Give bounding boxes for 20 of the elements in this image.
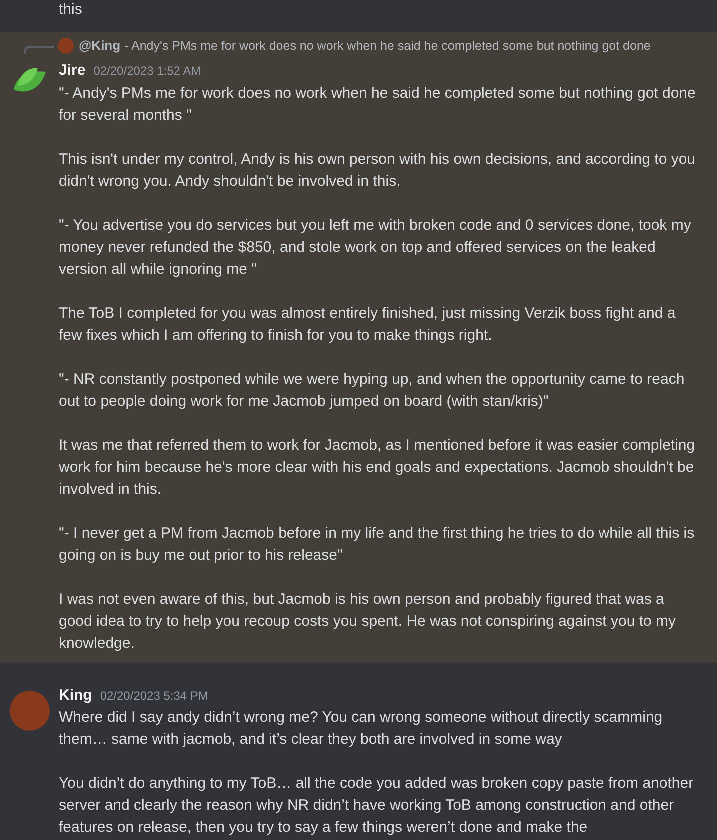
message-text: "- I never get a PM from Jacmob before in my life and the first thing he tries to do while all this is going on is buy me out prior to his release" [59, 524, 696, 566]
message-text: I was not even aware of this, but Jacmob is his own person and probably figured that was a good idea to try to help you recoup costs you spent. He was not conspiring against you to my knowledge. [59, 590, 678, 654]
reply-line [24, 46, 54, 54]
reply-author[interactable]: @King [79, 36, 121, 56]
timestamp: 02/20/2023 5:34 PM [100, 688, 208, 704]
message-text: Where did I say andy didn’t wrong me? You can wrong someone without directly scamming them… same with jacmob, and it’s clear they both are involved in some way [59, 708, 664, 750]
message-text: "- You advertise you do services but you left me with broken code and 0 services done, took my money never refunded the $850, and stole work on top and offered services on the leaked version all while ignoring me " [59, 216, 692, 280]
message-text: this [59, 0, 84, 20]
author-name[interactable]: Jire [59, 60, 86, 82]
message-text: "- NR constantly postponed while we were hyping up, and when the opportunity came to reach out to people doing work for me Jacmob jumped on board (with stan/kris)" [59, 370, 686, 412]
reply-preview[interactable]: - Andy's PMs me for work does no work when he said he completed some but nothing got done [124, 36, 651, 56]
reply-avatar [58, 38, 74, 54]
message-text: The ToB I completed for you was almost entirely finished, just missing Verzik boss fight and a few fixes which I am offering to finish for you to make things right. [59, 304, 677, 346]
timestamp: 02/20/2023 1:52 AM [94, 63, 202, 80]
message-text: You didn’t do anything to my ToB… all the code you added was broken copy paste from another server and clearly the reason why NR didn’t have working ToB among construction and other features on release, then you try to say a few things weren’t done and make the [59, 774, 695, 838]
message-text: "- Andy's PMs me for work does no work when he said he completed some but nothing got done for several months " [59, 84, 697, 126]
message-text: It was me that referred them to work for Jacmob, as I mentioned before it was easier completing work for him because he's more clear with his end goals and expectations. Jacmob shouldn't be involved in this. [59, 436, 696, 500]
message-text: This isn't under my control, Andy is his own person with his own decisions, and according to you didn't wrong you. Andy shouldn't be involved in this. [59, 150, 697, 192]
author-name[interactable]: King [59, 684, 92, 707]
avatar[interactable] [10, 690, 50, 730]
